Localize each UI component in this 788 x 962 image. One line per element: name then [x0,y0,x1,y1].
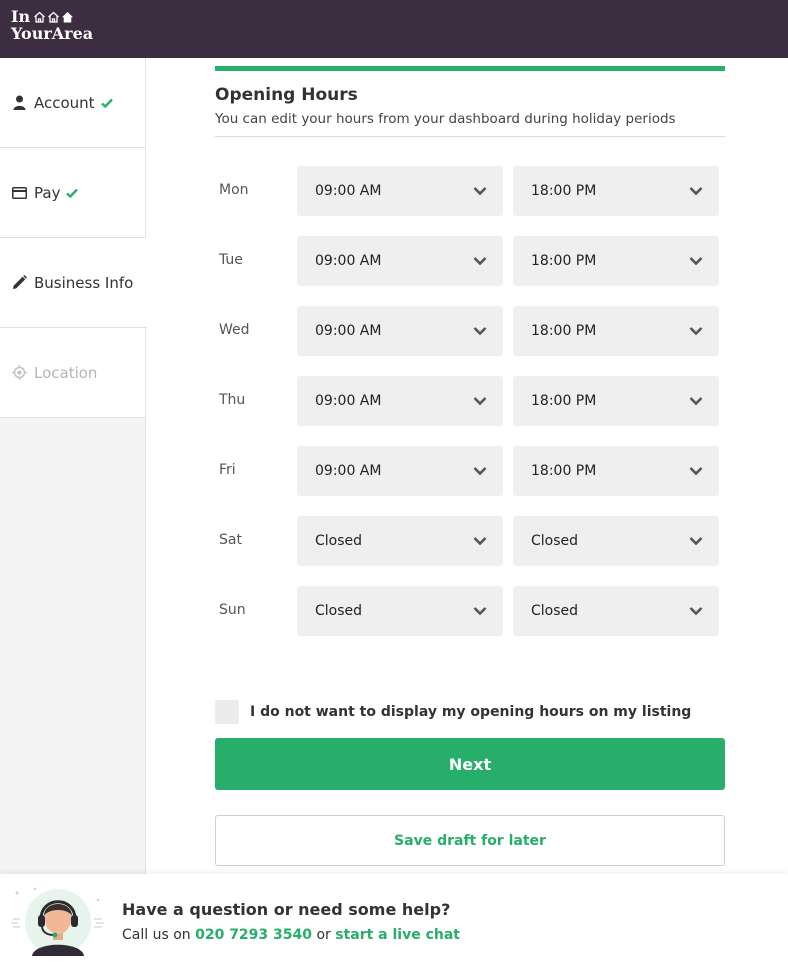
chevron-down-icon [473,185,487,197]
chevron-down-icon [689,605,703,617]
opening-hours-form: Opening Hours You can edit your hours fr… [215,66,725,137]
opening-time-value: 09:00 AM [315,253,382,269]
card-icon [11,185,27,201]
sidebar-item-business-info[interactable]: Business Info [0,238,147,328]
hours-row-fri: Fri 09:00 AM 18:00 PM [215,446,725,496]
logo-text-yourarea: YourArea [11,24,94,43]
help-call-text: Call us on 020 7293 3540 or start a live… [122,927,460,943]
chevron-down-icon [689,535,703,547]
opening-time-select[interactable]: 09:00 AM [297,376,503,426]
pencil-icon [11,275,27,291]
chevron-down-icon [689,465,703,477]
opening-time-select[interactable]: 09:00 AM [297,306,503,356]
hide-hours-label[interactable]: I do not want to display my opening hour… [250,704,691,720]
hours-row-wed: Wed 09:00 AM 18:00 PM [215,306,725,356]
logo-text-in: In [11,7,31,26]
closing-time-value: 18:00 PM [531,253,597,269]
closing-time-value: Closed [531,603,579,619]
sidebar-item-pay[interactable]: Pay [0,148,145,238]
opening-time-value: 09:00 AM [315,393,382,409]
opening-time-select[interactable]: 09:00 AM [297,166,503,216]
closing-time-value: 18:00 PM [531,183,597,199]
chevron-down-icon [689,255,703,267]
hours-row-tue: Tue 09:00 AM 18:00 PM [215,236,725,286]
logo-houses-icon [33,11,74,23]
location-icon [11,365,27,381]
top-bar: In YourArea [0,0,788,58]
chevron-down-icon [689,325,703,337]
closing-time-select[interactable]: 18:00 PM [513,166,719,216]
opening-time-value: Closed [315,603,363,619]
opening-time-select[interactable]: Closed [297,516,503,566]
day-label: Sat [219,532,242,548]
day-label: Thu [219,392,246,408]
hide-hours-checkbox[interactable] [215,700,239,724]
chevron-down-icon [473,465,487,477]
hours-row-thu: Thu 09:00 AM 18:00 PM [215,376,725,426]
closing-time-select[interactable]: Closed [513,516,719,566]
hours-row-sun: Sun Closed Closed [215,586,725,636]
hours-row-mon: Mon 09:00 AM 18:00 PM [215,166,725,216]
help-banner: Have a question or need some help? Call … [0,874,788,962]
person-icon [11,95,27,111]
chevron-down-icon [473,395,487,407]
phone-link[interactable]: 020 7293 3540 [195,927,312,943]
save-draft-button[interactable]: Save draft for later [215,815,725,866]
sidebar: Account Pay Business Info Location [0,58,147,962]
sidebar-item-location[interactable]: Location [0,328,145,418]
closing-time-select[interactable]: 18:00 PM [513,376,719,426]
day-label: Fri [219,462,236,478]
inyourarea-logo[interactable]: In YourArea [11,8,93,42]
next-button[interactable]: Next [215,738,725,790]
closing-time-select[interactable]: 18:00 PM [513,306,719,356]
opening-time-select[interactable]: 09:00 AM [297,446,503,496]
help-question: Have a question or need some help? [122,900,451,919]
opening-time-value: 09:00 AM [315,323,382,339]
chevron-down-icon [473,535,487,547]
opening-time-value: 09:00 AM [315,183,382,199]
check-icon [100,98,113,108]
closing-time-select[interactable]: 18:00 PM [513,446,719,496]
live-chat-link[interactable]: start a live chat [335,927,460,943]
closing-time-value: 18:00 PM [531,393,597,409]
sidebar-item-label: Account [34,93,95,112]
chevron-down-icon [473,605,487,617]
closing-time-value: 18:00 PM [531,463,597,479]
page-title: Opening Hours [215,85,358,105]
sidebar-item-label: Business Info [34,273,134,292]
sidebar-item-label: Pay [34,183,61,202]
opening-time-select[interactable]: Closed [297,586,503,636]
closing-time-value: Closed [531,533,579,549]
chevron-down-icon [473,325,487,337]
day-label: Tue [219,252,243,268]
day-label: Mon [219,182,249,198]
progress-bar [215,66,725,71]
chevron-down-icon [473,255,487,267]
support-agent-icon [10,886,106,956]
closing-time-select[interactable]: Closed [513,586,719,636]
sidebar-item-account[interactable]: Account [0,58,145,148]
chevron-down-icon [689,395,703,407]
day-label: Wed [219,322,250,338]
help-call-prefix: Call us on [122,927,191,943]
check-icon [66,188,79,198]
opening-time-value: Closed [315,533,363,549]
sidebar-item-label: Location [34,363,98,382]
help-or: or [316,927,331,943]
chevron-down-icon [689,185,703,197]
opening-time-select[interactable]: 09:00 AM [297,236,503,286]
opening-time-value: 09:00 AM [315,463,382,479]
closing-time-value: 18:00 PM [531,323,597,339]
day-label: Sun [219,602,246,618]
page-subtitle: You can edit your hours from your dashbo… [215,111,676,127]
closing-time-select[interactable]: 18:00 PM [513,236,719,286]
hours-row-sat: Sat Closed Closed [215,516,725,566]
hide-hours-option: I do not want to display my opening hour… [215,700,691,724]
divider [215,136,725,137]
